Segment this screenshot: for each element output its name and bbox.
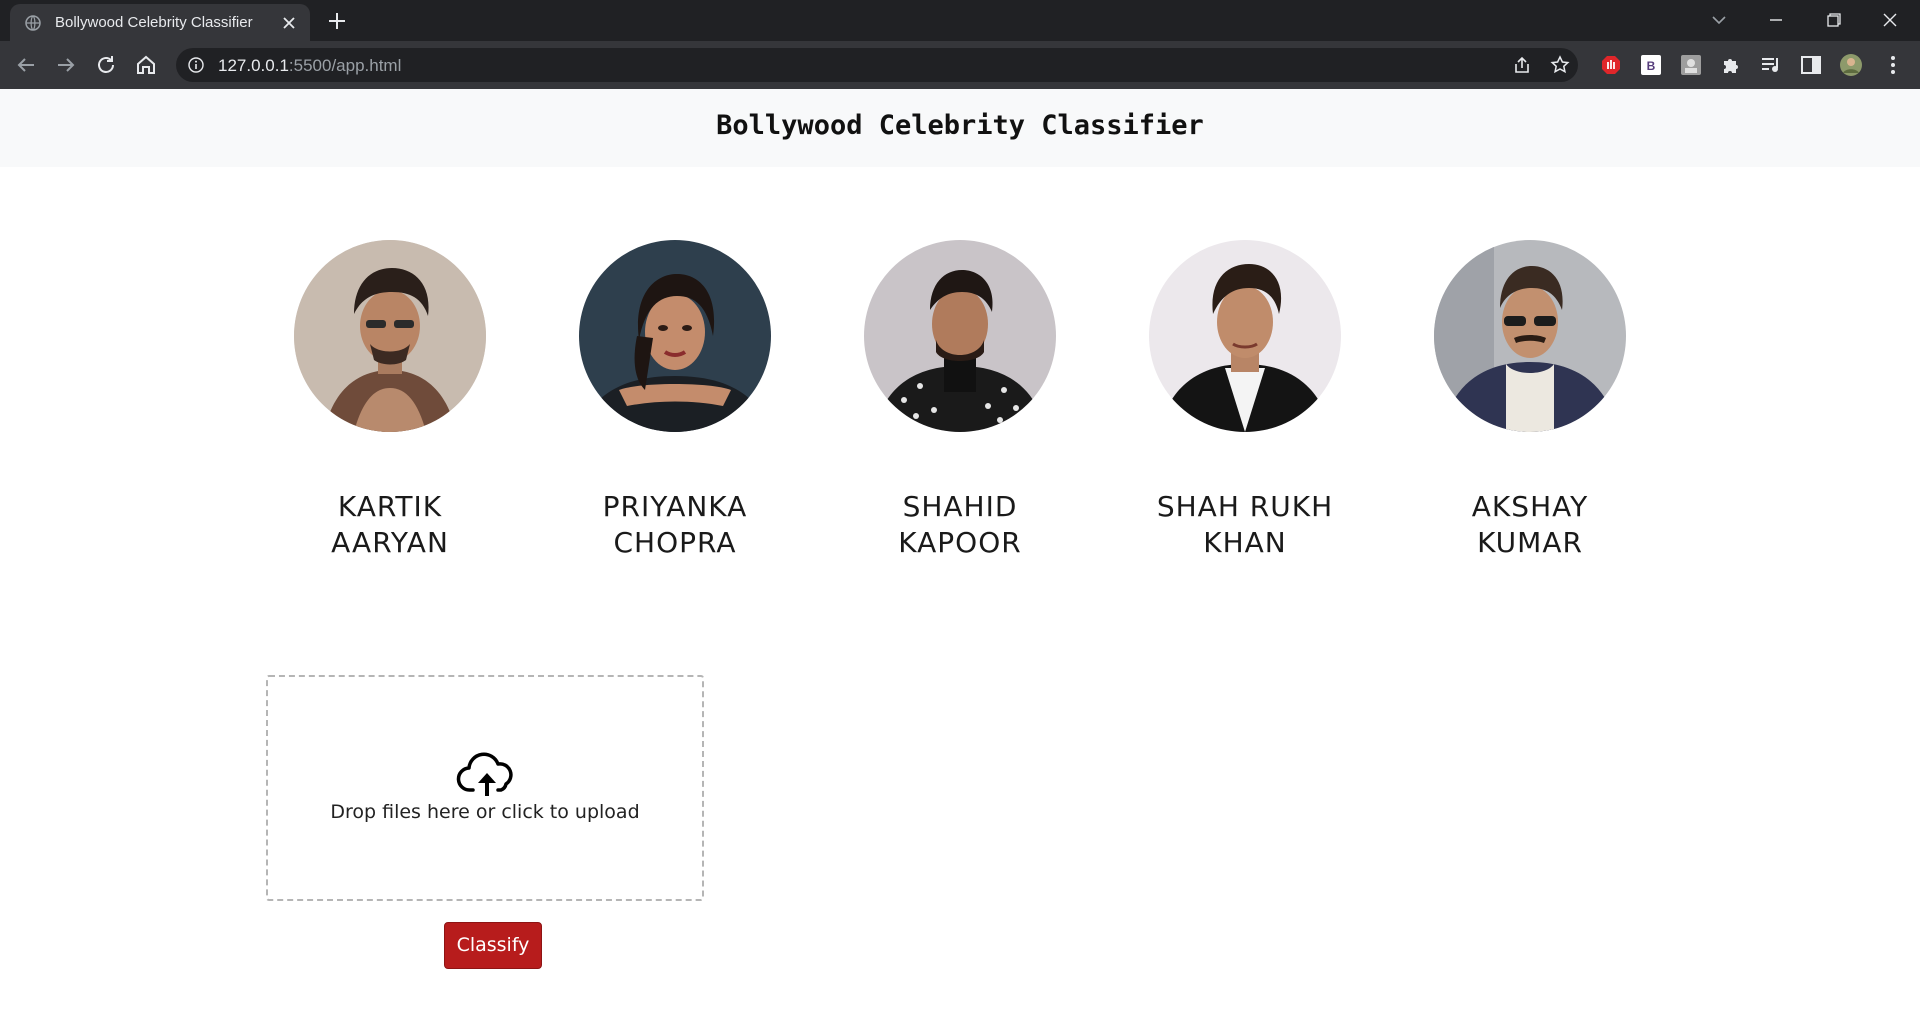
name-line: KARTIK [337,490,443,523]
address-bar[interactable]: 127.0.0.1:5500/app.html [176,48,1578,82]
celebrity-photo [1434,240,1626,432]
adblock-extension-icon[interactable] [1600,54,1622,76]
browser-tab-strip: Bollywood Celebrity Classifier [0,0,1920,41]
celebrity-card: SHAH RUKH KHAN [1135,240,1355,561]
name-line: KAPOOR [898,526,1022,559]
share-icon[interactable] [1512,55,1532,75]
bootstrap-extension-icon[interactable]: B [1640,54,1662,76]
name-line: KHAN [1203,526,1287,559]
celebrity-card: KARTIK AARYAN [280,240,500,561]
page-content: Bollywood Celebrity Classifier KARTIK AA… [0,89,1920,1020]
url-host: 127.0.0.1 [218,56,289,75]
home-icon[interactable] [134,53,158,77]
celebrity-photo [864,240,1056,432]
tab-search-icon[interactable] [1706,8,1732,32]
celebrity-card: SHAHID KAPOOR [850,240,1070,561]
media-queue-icon[interactable] [1760,54,1782,76]
name-line: CHOPRA [613,526,737,559]
name-line: SHAHID [902,490,1018,523]
extensions-puzzle-icon[interactable] [1720,54,1742,76]
minimize-icon[interactable] [1763,8,1789,32]
name-line: PRIYANKA [602,490,748,523]
portrait-icon [1434,240,1626,432]
name-line: KUMAR [1477,526,1583,559]
menu-kebab-icon[interactable] [1882,54,1904,76]
profile-avatar-icon[interactable] [1840,54,1862,76]
forward-arrow-icon[interactable] [54,53,78,77]
celebrity-photo [294,240,486,432]
celebrity-name: AKSHAY KUMAR [1420,489,1640,561]
back-arrow-icon[interactable] [14,53,38,77]
celebrity-name: KARTIK AARYAN [280,489,500,561]
portrait-icon [294,240,486,432]
navbar: Bollywood Celebrity Classifier [0,89,1920,167]
celebrity-name: SHAH RUKH KHAN [1135,489,1355,561]
bookmark-star-icon[interactable] [1550,55,1570,75]
url-text: 127.0.0.1:5500/app.html [218,56,401,76]
restore-icon[interactable] [1820,8,1846,32]
celebrity-name: PRIYANKA CHOPRA [565,489,785,561]
celebrity-photo [1149,240,1341,432]
site-info-icon[interactable] [188,57,204,73]
new-tab-icon[interactable] [326,10,348,32]
name-line: AKSHAY [1471,490,1589,523]
portrait-icon [864,240,1056,432]
celebrity-card: AKSHAY KUMAR [1420,240,1640,561]
name-line: SHAH RUKH [1156,490,1334,523]
side-panel-icon[interactable] [1800,54,1822,76]
page-title: Bollywood Celebrity Classifier [716,110,1204,141]
tab-title: Bollywood Celebrity Classifier [55,14,253,31]
close-window-icon[interactable] [1877,8,1903,32]
celebrity-name: SHAHID KAPOOR [850,489,1070,561]
file-dropzone[interactable]: Drop files here or click to upload [266,675,704,901]
url-path: :5500/app.html [288,56,402,75]
svg-text:B: B [1647,59,1656,73]
classify-button[interactable]: Classify [444,922,542,969]
photo-extension-icon[interactable] [1680,54,1702,76]
celebrity-card: PRIYANKA CHOPRA [565,240,785,561]
cloud-upload-icon [456,752,513,796]
globe-icon [25,15,41,31]
celebrity-photo [579,240,771,432]
name-line: AARYAN [331,526,449,559]
browser-toolbar: 127.0.0.1:5500/app.html B [0,41,1920,89]
reload-icon[interactable] [94,53,118,77]
portrait-icon [1149,240,1341,432]
dropzone-prompt: Drop files here or click to upload [330,801,640,823]
portrait-icon [579,240,771,432]
browser-tab[interactable]: Bollywood Celebrity Classifier [10,4,310,41]
close-tab-icon[interactable] [280,14,298,32]
